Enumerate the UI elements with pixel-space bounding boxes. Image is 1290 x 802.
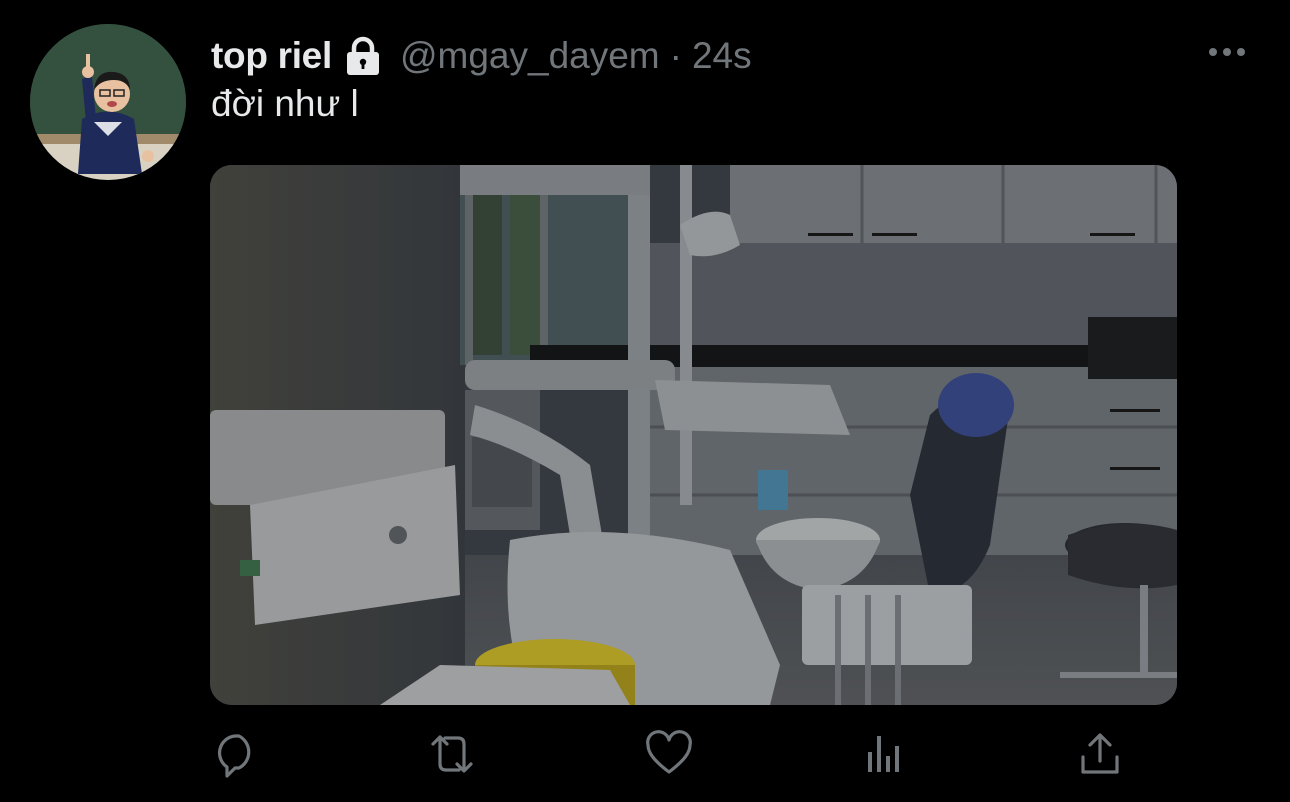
retweet-icon xyxy=(425,730,479,783)
views-button[interactable] xyxy=(858,730,910,782)
lock-icon xyxy=(342,35,384,77)
tweet[interactable]: top riel @mgay_dayem · 24s đời như l xyxy=(0,0,1290,802)
tweet-header: top riel @mgay_dayem · 24s xyxy=(211,30,752,82)
tweet-text: đời như l xyxy=(211,83,359,124)
share-button[interactable] xyxy=(1074,730,1126,782)
more-horizontal-icon[interactable] xyxy=(1206,38,1248,66)
timestamp[interactable]: 24s xyxy=(692,35,752,77)
user-handle[interactable]: @mgay_dayem xyxy=(400,35,660,77)
like-button[interactable] xyxy=(643,729,695,783)
heart-icon xyxy=(645,729,693,783)
share-icon xyxy=(1076,730,1124,783)
retweet-button[interactable] xyxy=(426,730,478,782)
separator-dot: · xyxy=(669,35,682,76)
reply-button[interactable] xyxy=(211,730,263,782)
tweet-photo[interactable] xyxy=(210,165,1177,705)
display-name[interactable]: top riel xyxy=(211,35,332,77)
analytics-icon xyxy=(860,730,908,783)
avatar[interactable] xyxy=(30,24,186,180)
reply-icon xyxy=(213,730,261,783)
